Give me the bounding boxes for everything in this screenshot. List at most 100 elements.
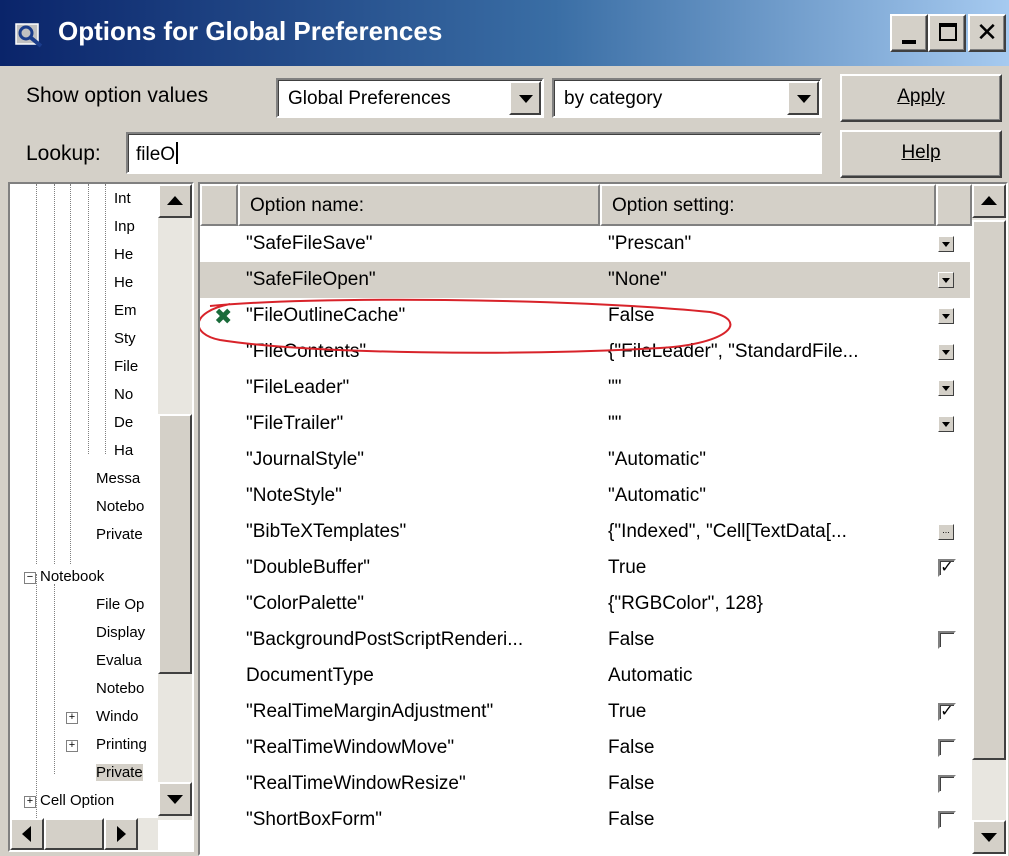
option-row[interactable]: "ShortBoxForm" False	[200, 802, 970, 838]
tree-item[interactable]: He	[114, 274, 133, 291]
setting-checkbox[interactable]	[938, 631, 956, 649]
header-corner	[200, 184, 238, 226]
column-header-setting[interactable]: Option setting:	[600, 184, 936, 226]
option-setting[interactable]: True	[608, 701, 646, 723]
option-setting[interactable]: ""	[608, 377, 622, 399]
tree-item[interactable]: Inp	[114, 218, 135, 235]
scroll-down-button[interactable]	[158, 782, 192, 816]
option-row[interactable]: "ColorPalette" {"RGBColor", 128}	[200, 586, 970, 622]
scroll-left-button[interactable]	[10, 818, 44, 850]
setting-dropdown-button[interactable]	[938, 344, 954, 360]
tree-item[interactable]: Messa	[96, 470, 140, 487]
help-button[interactable]: Help	[840, 130, 1002, 178]
setting-dropdown-button[interactable]	[938, 272, 954, 288]
setting-checkbox[interactable]	[938, 775, 956, 793]
close-button[interactable]: ✕	[968, 14, 1006, 52]
option-row[interactable]: "SafeFileOpen" "None"	[200, 262, 970, 298]
maximize-button[interactable]	[928, 14, 966, 52]
option-setting[interactable]: "Prescan"	[608, 233, 691, 255]
tree-item[interactable]: Int	[114, 190, 131, 207]
grid-vertical-scrollbar[interactable]	[972, 184, 1006, 854]
tree-item[interactable]: Cell Option	[40, 792, 114, 809]
tree-item[interactable]: Private	[96, 526, 143, 543]
option-setting[interactable]: ""	[608, 413, 622, 435]
expand-icon[interactable]: +	[66, 740, 78, 752]
option-setting[interactable]: "None"	[608, 269, 667, 291]
setting-checkbox[interactable]: ✓	[938, 703, 956, 721]
expand-icon[interactable]: +	[24, 796, 36, 808]
tree-vertical-scrollbar[interactable]	[158, 184, 192, 820]
scroll-up-button[interactable]	[972, 184, 1006, 218]
setting-edit-button[interactable]: ...	[938, 524, 954, 540]
help-button-label: Help	[901, 142, 941, 163]
tree-item[interactable]: Notebo	[96, 498, 144, 515]
setting-dropdown-button[interactable]	[938, 416, 954, 432]
option-setting[interactable]: False	[608, 737, 654, 759]
tree-item[interactable]: Windo	[96, 708, 139, 725]
tree-item[interactable]: Sty	[114, 330, 136, 347]
scroll-down-button[interactable]	[972, 820, 1006, 854]
title-bar[interactable]: Options for Global Preferences ✕	[0, 0, 1009, 68]
option-row[interactable]: "SafeFileSave" "Prescan"	[200, 226, 970, 262]
tree-item[interactable]: No	[114, 386, 133, 403]
lookup-input[interactable]: fileO	[126, 132, 822, 174]
tree-item[interactable]: Display	[96, 624, 145, 641]
category-tree[interactable]: Int Inp He He Em Sty File No De Ha Messa…	[8, 182, 194, 852]
option-row[interactable]: "RealTimeWindowMove" False	[200, 730, 970, 766]
minimize-button[interactable]	[890, 14, 928, 52]
option-row[interactable]: "BackgroundPostScriptRenderi... False	[200, 622, 970, 658]
option-row[interactable]: "FileTrailer" ""	[200, 406, 970, 442]
setting-checkbox[interactable]	[938, 739, 956, 757]
scroll-thumb[interactable]	[158, 414, 192, 674]
option-setting[interactable]: "Automatic"	[608, 485, 706, 507]
tree-item-notebook[interactable]: Notebook	[40, 568, 104, 585]
apply-button[interactable]: Apply	[840, 74, 1002, 122]
option-row[interactable]: DocumentType Automatic	[200, 658, 970, 694]
tree-item[interactable]: Ha	[114, 442, 133, 459]
option-setting[interactable]: {"RGBColor", 128}	[608, 593, 763, 615]
collapse-icon[interactable]: −	[24, 572, 36, 584]
tree-item[interactable]: File Op	[96, 596, 144, 613]
tree-item[interactable]: Evalua	[96, 652, 142, 669]
tree-item[interactable]: Printing	[96, 736, 147, 753]
column-header-name[interactable]: Option name:	[238, 184, 600, 226]
tree-item[interactable]: He	[114, 246, 133, 263]
scroll-right-button[interactable]	[104, 818, 138, 850]
scroll-up-button[interactable]	[158, 184, 192, 218]
expand-icon[interactable]: +	[66, 712, 78, 724]
options-grid[interactable]: Option name: Option setting: "SafeFileSa…	[198, 182, 1008, 856]
show-option-values-label: Show option values	[26, 84, 209, 107]
option-setting[interactable]: True	[608, 557, 646, 579]
setting-dropdown-button[interactable]	[938, 236, 954, 252]
option-row[interactable]: "JournalStyle" "Automatic"	[200, 442, 970, 478]
tree-item-selected[interactable]: Private	[96, 764, 143, 781]
tree-item[interactable]: File	[114, 358, 138, 375]
view-select[interactable]: by category	[552, 78, 822, 118]
option-row[interactable]: "FileLeader" ""	[200, 370, 970, 406]
option-row[interactable]: "RealTimeMarginAdjustment" True ✓	[200, 694, 970, 730]
option-row[interactable]: "NoteStyle" "Automatic"	[200, 478, 970, 514]
option-setting[interactable]: False	[608, 629, 654, 651]
scope-select[interactable]: Global Preferences	[276, 78, 544, 118]
option-row[interactable]: "BibTeXTemplates" {"Indexed", "Cell[TextD…	[200, 514, 970, 550]
option-row[interactable]: "DoubleBuffer" True ✓	[200, 550, 970, 586]
setting-checkbox[interactable]	[938, 811, 956, 829]
scroll-thumb[interactable]	[44, 818, 104, 850]
option-setting[interactable]: False	[608, 809, 654, 831]
option-name: "FileTrailer"	[246, 413, 344, 434]
option-row[interactable]: "RealTimeWindowResize" False	[200, 766, 970, 802]
tree-item[interactable]: Notebo	[96, 680, 144, 697]
setting-dropdown-button[interactable]	[938, 380, 954, 396]
setting-checkbox[interactable]: ✓	[938, 559, 956, 577]
chevron-down-icon[interactable]	[787, 81, 819, 115]
option-setting[interactable]: False	[608, 773, 654, 795]
chevron-down-icon[interactable]	[509, 81, 541, 115]
tree-item[interactable]: De	[114, 414, 133, 431]
tree-item[interactable]: Em	[114, 302, 137, 319]
scroll-thumb[interactable]	[972, 220, 1006, 760]
option-setting[interactable]: {"Indexed", "Cell[TextData[...	[608, 521, 847, 543]
tree-horizontal-scrollbar[interactable]	[10, 818, 158, 850]
option-setting[interactable]: "Automatic"	[608, 449, 706, 471]
option-setting[interactable]: Automatic	[608, 665, 692, 687]
setting-dropdown-button[interactable]	[938, 308, 954, 324]
